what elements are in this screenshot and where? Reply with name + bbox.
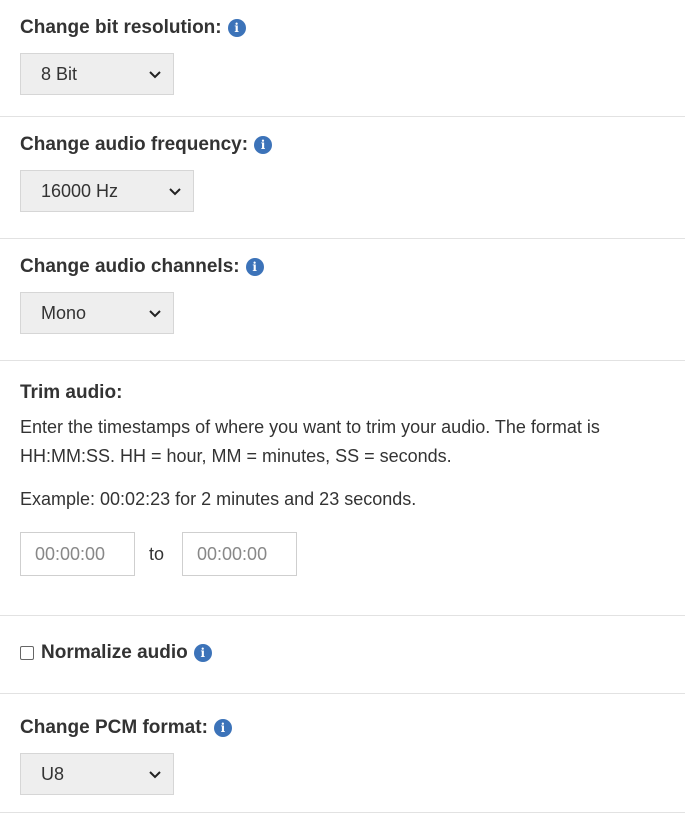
trim-end-input[interactable] bbox=[182, 532, 298, 576]
trim-audio-example: Example: 00:02:23 for 2 minutes and 23 s… bbox=[20, 489, 417, 509]
info-icon[interactable]: i bbox=[227, 19, 246, 37]
bit-resolution-select[interactable]: 8 Bit bbox=[20, 53, 174, 95]
normalize-checkbox[interactable] bbox=[20, 646, 34, 660]
chevron-down-icon bbox=[149, 71, 161, 79]
pcm-format-label: Change PCM format: bbox=[20, 717, 208, 738]
trim-audio-section: Trim audio: Enter the timestamps of wher… bbox=[0, 361, 685, 616]
pcm-format-label-row: Change PCM format: i bbox=[20, 716, 665, 740]
audio-channels-label-row: Change audio channels: i bbox=[20, 255, 665, 279]
bit-resolution-selected: 8 Bit bbox=[41, 63, 78, 84]
chevron-down-icon bbox=[149, 771, 161, 779]
audio-channels-selected: Mono bbox=[41, 302, 87, 323]
pcm-format-select[interactable]: U8 bbox=[20, 753, 174, 795]
audio-frequency-select[interactable]: 16000 Hz bbox=[20, 170, 194, 212]
audio-channels-section: Change audio channels: i Mono bbox=[0, 239, 685, 361]
audio-frequency-selected: 16000 Hz bbox=[41, 180, 119, 201]
chevron-down-icon bbox=[169, 188, 181, 196]
pcm-format-section: Change PCM format: i U8 bbox=[0, 694, 685, 813]
bit-resolution-label-row: Change bit resolution: i bbox=[20, 16, 665, 40]
info-icon[interactable]: i bbox=[213, 719, 232, 737]
trim-audio-label-row: Trim audio: bbox=[20, 381, 665, 405]
bit-resolution-label: Change bit resolution: bbox=[20, 17, 222, 38]
trim-audio-inputs: to bbox=[20, 532, 665, 576]
normalize-row: Normalize audio i bbox=[20, 641, 665, 665]
info-icon[interactable]: i bbox=[254, 136, 273, 154]
audio-frequency-label: Change audio frequency: bbox=[20, 134, 249, 155]
audio-channels-label: Change audio channels: bbox=[20, 256, 240, 277]
normalize-section: Normalize audio i bbox=[0, 616, 685, 694]
audio-frequency-section: Change audio frequency: i 16000 Hz bbox=[0, 117, 685, 239]
trim-audio-label: Trim audio: bbox=[20, 382, 123, 403]
audio-channels-select[interactable]: Mono bbox=[20, 292, 174, 334]
info-icon[interactable]: i bbox=[193, 644, 212, 662]
trim-start-input[interactable] bbox=[20, 532, 135, 576]
info-icon[interactable]: i bbox=[245, 258, 264, 276]
bit-resolution-section: Change bit resolution: i 8 Bit bbox=[0, 0, 685, 117]
audio-frequency-label-row: Change audio frequency: i bbox=[20, 133, 665, 157]
trim-audio-description: Enter the timestamps of where you want t… bbox=[20, 417, 600, 466]
trim-to-label: to bbox=[149, 543, 165, 564]
normalize-label[interactable]: Normalize audio bbox=[41, 642, 188, 664]
chevron-down-icon bbox=[149, 310, 161, 318]
pcm-format-selected: U8 bbox=[41, 763, 65, 784]
